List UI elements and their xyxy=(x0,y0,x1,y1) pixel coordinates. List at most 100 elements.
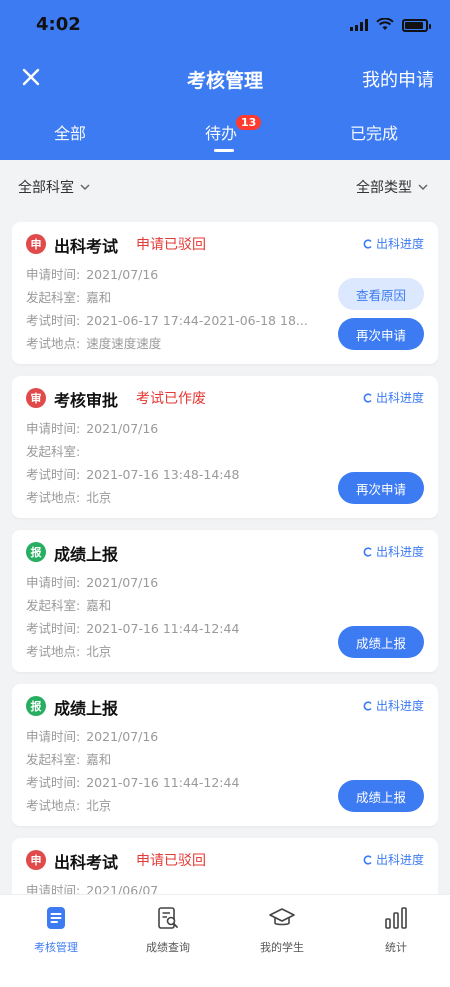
progress-link-label: 出科进度 xyxy=(375,545,424,559)
bar-chart-icon xyxy=(346,905,446,931)
exam-place-label: 考试地点: xyxy=(26,336,81,351)
task-card[interactable]: 报 成绩上报 出科进度 申请时间: 2021/07/16 发起科室: 嘉和 考试时间… xyxy=(12,530,438,672)
type-filter[interactable]: 全部类型 xyxy=(356,177,428,197)
exam-place-label: 考试地点: xyxy=(26,490,81,505)
apply-time-label: 申请时间: xyxy=(26,267,81,282)
exam-place-label: 考试地点: xyxy=(26,644,81,659)
exam-place-row: 考试地点: 北京 xyxy=(26,487,111,506)
apply-time-value: 2021/07/16 xyxy=(86,267,159,282)
card-title: 考核审批 xyxy=(54,391,119,410)
task-card[interactable]: 审 考核审批 考试已作废 出科进度 申请时间: 2021/07/16 发起科室: … xyxy=(12,376,438,518)
exam-time-label: 考试时间: xyxy=(26,467,81,482)
status-bar: 4:02 xyxy=(0,0,450,50)
exam-place-row: 考试地点: 北京 xyxy=(26,641,111,660)
apply-time-label: 申请时间: xyxy=(26,883,81,894)
graduation-cap-icon xyxy=(232,905,332,931)
tab-completed[interactable]: 已完成 xyxy=(350,120,398,144)
progress-link-label: 出科进度 xyxy=(375,237,424,251)
department-filter[interactable]: 全部科室 xyxy=(18,177,90,197)
apply-time-value: 2021/07/16 xyxy=(86,729,159,744)
tab-all[interactable]: 全部 xyxy=(54,120,86,144)
bottom-nav-statistics[interactable]: 统计 xyxy=(346,905,446,955)
apply-time-row: 申请时间: 2021/07/16 xyxy=(26,726,158,745)
apply-time-row: 申请时间: 2021/07/16 xyxy=(26,572,158,591)
bottom-nav-score-query[interactable]: 成绩查询 xyxy=(118,905,218,955)
bottom-nav-label: 统计 xyxy=(385,941,407,954)
progress-link[interactable]: 出科进度 xyxy=(363,543,424,560)
progress-link-label: 出科进度 xyxy=(375,853,424,867)
active-tab-indicator xyxy=(214,149,234,152)
chevron-down-icon xyxy=(418,183,428,190)
report-badge-icon: 报 xyxy=(26,542,46,562)
department-label: 发起科室: xyxy=(26,444,81,459)
exam-place-value: 速度速度速度 xyxy=(86,336,162,351)
exam-place-label: 考试地点: xyxy=(26,798,81,813)
task-card[interactable]: 申 出科考试 申请已驳回 出科进度 申请时间: 2021/07/16 发起科室: 嘉… xyxy=(12,222,438,364)
progress-link-label: 出科进度 xyxy=(375,699,424,713)
bottom-nav-label: 成绩查询 xyxy=(146,941,190,954)
exam-place-value: 北京 xyxy=(86,490,112,505)
exam-time-label: 考试时间: xyxy=(26,621,81,636)
bottom-nav-my-students[interactable]: 我的学生 xyxy=(232,905,332,955)
apply-time-value: 2021/07/16 xyxy=(86,421,159,436)
reapply-button[interactable]: 再次申请 xyxy=(338,318,424,350)
progress-link[interactable]: 出科进度 xyxy=(363,851,424,868)
filter-bar: 全部科室 全部类型 xyxy=(0,160,450,212)
type-filter-label: 全部类型 xyxy=(356,180,412,196)
apply-badge-icon: 申 xyxy=(26,234,46,254)
review-badge-icon: 审 xyxy=(26,388,46,408)
report-score-button[interactable]: 成绩上报 xyxy=(338,780,424,812)
apply-badge-icon: 申 xyxy=(26,850,46,870)
my-applications-link[interactable]: 我的申请 xyxy=(362,66,434,92)
exam-time-label: 考试时间: xyxy=(26,313,81,328)
progress-icon xyxy=(363,238,372,249)
department-value: 嘉和 xyxy=(86,752,112,767)
tab-bar: 全部 待办 13 已完成 xyxy=(0,112,450,160)
department-row: 发起科室: 嘉和 xyxy=(26,287,111,306)
view-reason-button[interactable]: 查看原因 xyxy=(338,278,424,310)
apply-time-label: 申请时间: xyxy=(26,729,81,744)
bottom-nav: 考核管理 成绩查询 我的学生 统计 xyxy=(0,894,450,987)
department-row: 发起科室: xyxy=(26,441,86,460)
card-title: 出科考试 xyxy=(54,237,119,256)
card-status: 申请已驳回 xyxy=(136,853,206,869)
department-label: 发起科室: xyxy=(26,598,81,613)
progress-link[interactable]: 出科进度 xyxy=(363,697,424,714)
department-label: 发起科室: xyxy=(26,290,81,305)
search-doc-icon xyxy=(118,905,218,931)
task-list: 申 出科考试 申请已驳回 出科进度 申请时间: 2021/07/16 发起科室: 嘉… xyxy=(12,222,438,894)
status-time: 4:02 xyxy=(36,14,81,35)
department-value: 嘉和 xyxy=(86,598,112,613)
apply-time-label: 申请时间: xyxy=(26,421,81,436)
apply-time-value: 2021/06/07 xyxy=(86,883,159,894)
apply-time-row: 申请时间: 2021/07/16 xyxy=(26,264,158,283)
bottom-nav-label: 考核管理 xyxy=(34,941,78,954)
progress-icon xyxy=(363,700,372,711)
exam-time-value: 2021-07-16 11:44-12:44 xyxy=(86,775,240,790)
exam-time-value: 2021-07-16 13:48-14:48 xyxy=(86,467,240,482)
exam-place-row: 考试地点: 速度速度速度 xyxy=(26,333,161,352)
card-title: 出科考试 xyxy=(54,853,119,872)
progress-icon xyxy=(363,854,372,865)
reapply-button[interactable]: 再次申请 xyxy=(338,472,424,504)
apply-time-label: 申请时间: xyxy=(26,575,81,590)
department-row: 发起科室: 嘉和 xyxy=(26,595,111,614)
document-icon xyxy=(6,905,106,931)
department-row: 发起科室: 嘉和 xyxy=(26,749,111,768)
chevron-down-icon xyxy=(80,183,90,190)
status-icons xyxy=(350,16,431,35)
tab-todo[interactable]: 待办 xyxy=(205,120,237,144)
wifi-icon xyxy=(376,16,394,35)
task-card[interactable]: 报 成绩上报 出科进度 申请时间: 2021/07/16 发起科室: 嘉和 考试时间… xyxy=(12,684,438,826)
todo-count-badge: 13 xyxy=(236,115,262,130)
apply-time-row: 申请时间: 2021/07/16 xyxy=(26,418,158,437)
progress-link[interactable]: 出科进度 xyxy=(363,389,424,406)
card-status: 考试已作废 xyxy=(136,391,206,407)
bottom-nav-exam-management[interactable]: 考核管理 xyxy=(6,905,106,955)
card-title: 成绩上报 xyxy=(54,545,119,564)
progress-link[interactable]: 出科进度 xyxy=(363,235,424,252)
report-score-button[interactable]: 成绩上报 xyxy=(338,626,424,658)
exam-time-value: 2021-06-17 17:44-2021-06-18 18... xyxy=(86,313,308,328)
exam-time-row: 考试时间: 2021-06-17 17:44-2021-06-18 18... xyxy=(26,310,336,329)
task-card[interactable]: 申 出科考试 申请已驳回 出科进度 申请时间: 2021/06/07 xyxy=(12,838,438,894)
